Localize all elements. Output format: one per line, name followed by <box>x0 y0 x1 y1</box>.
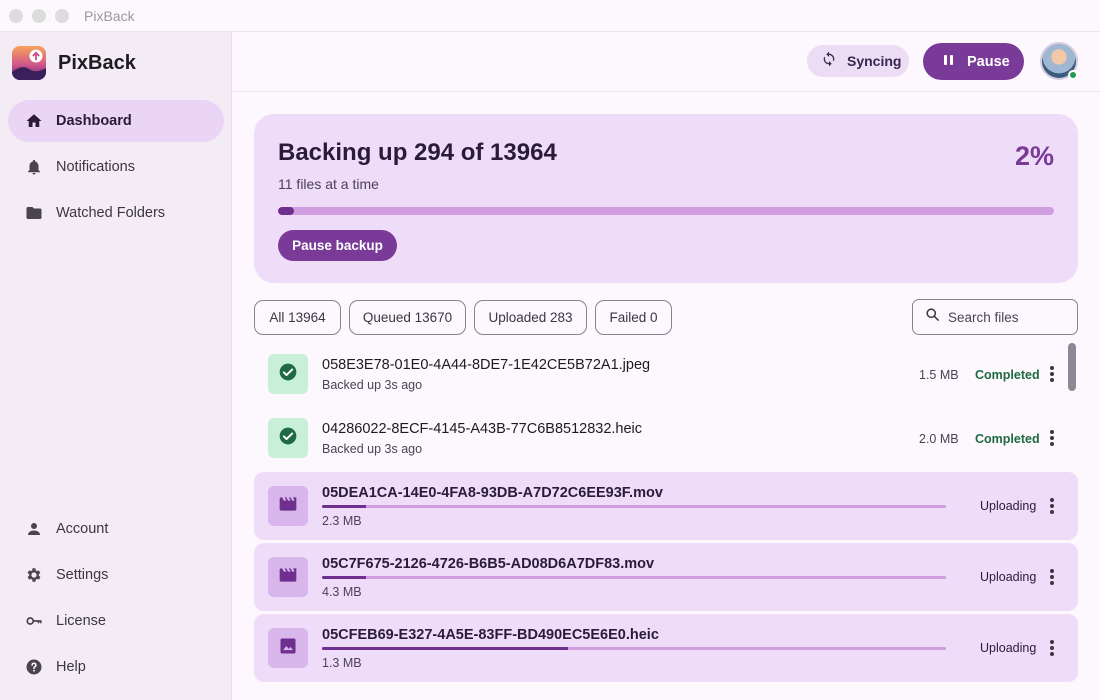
person-icon <box>24 519 44 539</box>
pixback-logo-icon <box>12 46 46 80</box>
file-thumbnail <box>268 486 308 526</box>
bell-icon <box>24 157 44 177</box>
sidebar-item-label: Settings <box>56 567 109 583</box>
folder-icon <box>24 203 44 223</box>
window-title: PixBack <box>84 8 135 24</box>
upload-progress-bar <box>322 505 946 508</box>
status-badge: Uploading <box>980 570 1037 584</box>
pause-label: Pause <box>967 53 1010 70</box>
file-name: 05C7F675-2126-4726-B6B5-AD08D6A7DF83.mov <box>322 556 655 572</box>
filter-queued[interactable]: Queued 13670 <box>349 300 466 335</box>
sidebar-item-account[interactable]: Account <box>8 508 224 550</box>
more-options-icon[interactable] <box>1044 428 1060 448</box>
sidebar-item-settings[interactable]: Settings <box>8 554 224 596</box>
upload-progress-fill <box>322 647 569 650</box>
check-circle-icon <box>278 362 298 387</box>
sidebar-item-dashboard[interactable]: Dashboard <box>8 100 224 142</box>
upload-progress-bar <box>322 576 946 579</box>
more-options-icon[interactable] <box>1044 496 1060 516</box>
file-thumbnail <box>268 354 308 394</box>
sidebar-item-label: Account <box>56 521 109 537</box>
sidebar-item-notifications[interactable]: Notifications <box>8 146 224 188</box>
file-subtext: Backed up 3s ago <box>322 442 423 456</box>
close-window-button[interactable] <box>9 9 23 23</box>
pause-button[interactable]: Pause <box>923 43 1024 80</box>
backup-subtitle: 11 files at a time <box>278 176 379 192</box>
filter-failed[interactable]: Failed 0 <box>595 300 672 335</box>
file-size: 1.5 MB <box>919 368 959 382</box>
home-icon <box>24 111 44 131</box>
file-name: 04286022-8ECF-4145-A43B-77C6B8512832.hei… <box>322 421 643 437</box>
pause-icon <box>943 53 955 71</box>
sidebar-item-help[interactable]: Help <box>8 646 224 688</box>
file-list-scrollbar[interactable] <box>1068 343 1076 391</box>
brand-name: PixBack <box>58 51 136 74</box>
backup-title: Backing up 294 of 13964 <box>278 139 557 166</box>
search-box[interactable] <box>912 299 1078 335</box>
status-badge: Completed <box>975 368 1040 382</box>
more-options-icon[interactable] <box>1044 364 1060 384</box>
status-badge: Uploading <box>980 499 1037 513</box>
file-row[interactable]: 05DEA1CA-14E0-4FA8-93DB-A7D72C6EE93F.mov… <box>254 472 1078 540</box>
help-icon <box>24 657 44 677</box>
file-subtext: Backed up 3s ago <box>322 378 423 392</box>
key-icon <box>24 611 44 631</box>
window-titlebar: PixBack <box>0 0 1100 32</box>
top-bar: Syncing Pause <box>232 32 1100 92</box>
sidebar-item-label: Watched Folders <box>56 205 166 221</box>
more-options-icon[interactable] <box>1044 638 1060 658</box>
file-row[interactable]: 058E3E78-01E0-4A44-8DE7-1E42CE5B72A1.jpe… <box>254 343 1078 405</box>
status-badge: Uploading <box>980 641 1037 655</box>
sidebar-item-watched-folders[interactable]: Watched Folders <box>8 192 224 234</box>
more-options-icon[interactable] <box>1044 567 1060 587</box>
filter-all[interactable]: All 13964 <box>254 300 341 335</box>
sidebar: PixBack Dashboard Notifications Watched … <box>0 32 232 700</box>
gear-icon <box>24 565 44 585</box>
sidebar-item-label: Notifications <box>56 159 135 175</box>
file-thumbnail <box>268 628 308 668</box>
syncing-label: Syncing <box>847 53 902 69</box>
file-name: 05DEA1CA-14E0-4FA8-93DB-A7D72C6EE93F.mov <box>322 485 663 501</box>
file-size: 1.3 MB <box>322 656 362 670</box>
image-icon <box>278 636 298 661</box>
minimize-window-button[interactable] <box>32 9 46 23</box>
sidebar-item-label: Dashboard <box>56 113 132 129</box>
syncing-chip[interactable]: Syncing <box>807 45 909 77</box>
brand: PixBack <box>12 46 136 80</box>
sidebar-item-label: Help <box>56 659 86 675</box>
file-thumbnail <box>268 557 308 597</box>
zoom-window-button[interactable] <box>55 9 69 23</box>
file-row[interactable]: 04286022-8ECF-4145-A43B-77C6B8512832.hei… <box>254 407 1078 469</box>
file-name: 058E3E78-01E0-4A44-8DE7-1E42CE5B72A1.jpe… <box>322 357 651 373</box>
movie-icon <box>278 565 298 590</box>
file-name: 05CFEB69-E327-4A5E-83FF-BD490EC5E6E0.hei… <box>322 627 659 643</box>
file-thumbnail <box>268 418 308 458</box>
pause-backup-button[interactable]: Pause backup <box>278 230 397 261</box>
movie-icon <box>278 494 298 519</box>
file-size: 2.0 MB <box>919 432 959 446</box>
search-input[interactable] <box>948 309 1068 325</box>
upload-progress-bar <box>322 647 946 650</box>
backup-progress-card: Backing up 294 of 13964 11 files at a ti… <box>254 114 1078 283</box>
file-row[interactable]: 05C7F675-2126-4726-B6B5-AD08D6A7DF83.mov… <box>254 543 1078 611</box>
file-size: 4.3 MB <box>322 585 362 599</box>
status-badge: Completed <box>975 432 1040 446</box>
online-status-dot <box>1068 70 1078 80</box>
sync-icon <box>821 51 837 72</box>
sidebar-item-license[interactable]: License <box>8 600 224 642</box>
search-icon <box>925 307 940 327</box>
backup-progress-bar <box>278 207 1054 215</box>
backup-progress-fill <box>278 207 294 215</box>
upload-progress-fill <box>322 576 366 579</box>
file-row[interactable]: 05CFEB69-E327-4A5E-83FF-BD490EC5E6E0.hei… <box>254 614 1078 682</box>
backup-percent: 2% <box>1014 141 1054 171</box>
upload-progress-fill <box>322 505 366 508</box>
sidebar-item-label: License <box>56 613 106 629</box>
check-circle-icon <box>278 426 298 451</box>
filter-uploaded[interactable]: Uploaded 283 <box>474 300 587 335</box>
file-size: 2.3 MB <box>322 514 362 528</box>
